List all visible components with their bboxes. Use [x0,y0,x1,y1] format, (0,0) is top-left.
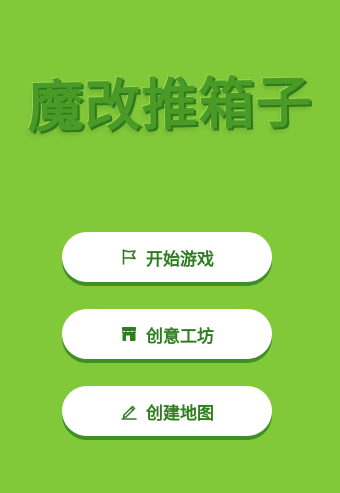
pencil-icon [120,402,138,420]
start-game-button[interactable]: 开始游戏 [62,232,272,282]
flag-icon [120,248,138,266]
shop-icon [120,325,138,343]
creative-workshop-button[interactable]: 创意工坊 [62,309,272,359]
create-map-label: 创建地图 [146,403,214,424]
game-title: 魔改推箱子 [27,70,314,141]
start-game-label: 开始游戏 [146,249,214,270]
create-map-button[interactable]: 创建地图 [62,386,272,436]
creative-workshop-label: 创意工坊 [146,326,214,347]
